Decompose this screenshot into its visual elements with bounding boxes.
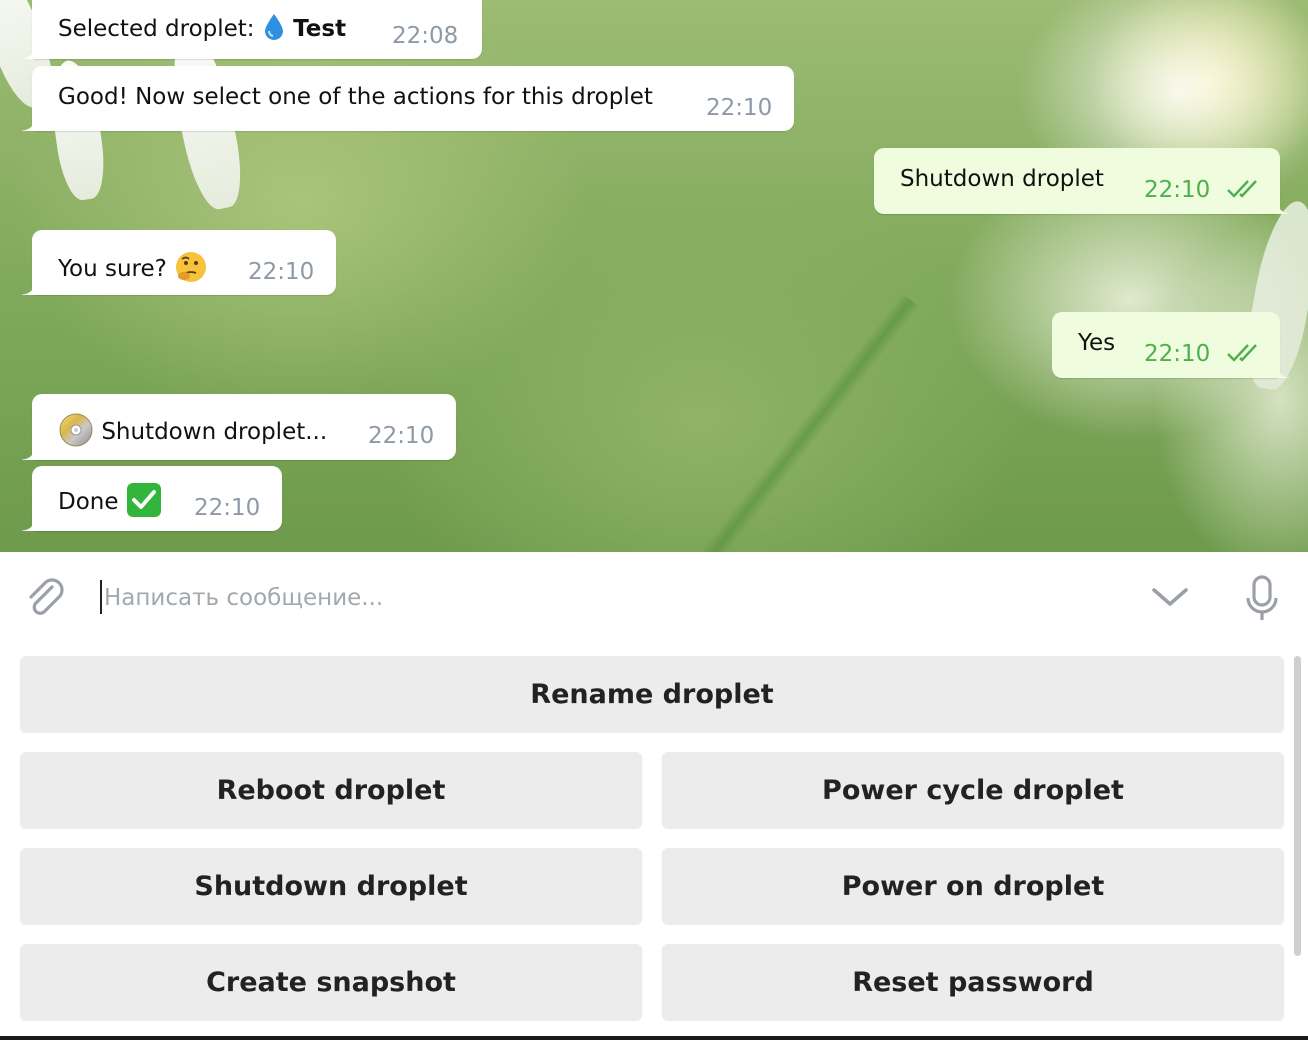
message-text: Yes [1078, 330, 1116, 356]
check-mark-button-icon [126, 482, 162, 523]
message-incoming[interactable]: Good! Now select one of the actions for … [22, 66, 794, 131]
dvd-icon [58, 412, 94, 453]
message-text-content: Done [58, 489, 119, 515]
droplet-icon [262, 13, 286, 46]
message-incoming[interactable]: Selected droplet: Test 22:08 [22, 0, 482, 59]
bubble-tail [22, 45, 38, 59]
window-bottom-edge [0, 1036, 1308, 1040]
chevron-down-icon[interactable] [1150, 582, 1190, 612]
message-text: Shutdown droplet [900, 166, 1104, 192]
power-on-droplet-button[interactable]: Power on droplet [662, 848, 1284, 924]
message-incoming[interactable]: Done 22:10 [22, 466, 282, 531]
message-time: 22:10 [706, 95, 773, 121]
message-time: 22:10 [1144, 177, 1211, 203]
reboot-droplet-button[interactable]: Reboot droplet [20, 752, 642, 828]
double-check-icon [1226, 178, 1264, 205]
keyboard-scrollbar[interactable] [1294, 656, 1301, 956]
message-text-content: You sure? [58, 256, 167, 282]
droplet-name: Test [293, 16, 347, 42]
reset-password-button[interactable]: Reset password [662, 944, 1284, 1020]
message-text: Good! Now select one of the actions for … [58, 84, 653, 110]
bubble-tail [1274, 364, 1290, 378]
bubble-tail [22, 517, 38, 531]
microphone-icon[interactable] [1242, 574, 1282, 624]
message-text-prefix: Selected droplet: [58, 16, 255, 42]
message-incoming[interactable]: Shutdown droplet... 22:10 [22, 394, 456, 460]
message-text: You sure? [58, 250, 208, 289]
message-time: 22:10 [194, 495, 261, 521]
message-text: Done [58, 482, 162, 523]
message-text-content: Shutdown droplet... [101, 419, 328, 445]
shutdown-droplet-button[interactable]: Shutdown droplet [20, 848, 642, 924]
message-time: 22:10 [248, 259, 315, 285]
bubble-tail [22, 117, 38, 131]
double-check-icon [1226, 342, 1264, 369]
message-outgoing[interactable]: Yes 22:10 [1052, 312, 1290, 378]
message-text: Selected droplet: Test [58, 13, 346, 46]
bubble-tail [1274, 200, 1290, 214]
chat-history[interactable]: Selected droplet: Test 22:08 Good! Now s… [0, 0, 1308, 552]
message-input[interactable] [104, 576, 1004, 620]
bubble-tail [22, 281, 38, 295]
message-incoming[interactable]: You sure? 22:10 [22, 230, 336, 295]
message-text: Shutdown droplet... [58, 412, 327, 453]
power-cycle-droplet-button[interactable]: Power cycle droplet [662, 752, 1284, 828]
message-time: 22:08 [392, 23, 459, 49]
wallpaper-stem [680, 293, 920, 552]
message-outgoing[interactable]: Shutdown droplet 22:10 [874, 148, 1290, 214]
thinking-face-icon [174, 250, 208, 289]
text-caret [100, 580, 102, 614]
message-time: 22:10 [368, 423, 435, 449]
message-time: 22:10 [1144, 341, 1211, 367]
bubble-tail [22, 446, 38, 460]
message-composer [0, 552, 1308, 646]
paperclip-icon[interactable] [22, 575, 68, 621]
create-snapshot-button[interactable]: Create snapshot [20, 944, 642, 1020]
rename-droplet-button[interactable]: Rename droplet [20, 656, 1284, 732]
